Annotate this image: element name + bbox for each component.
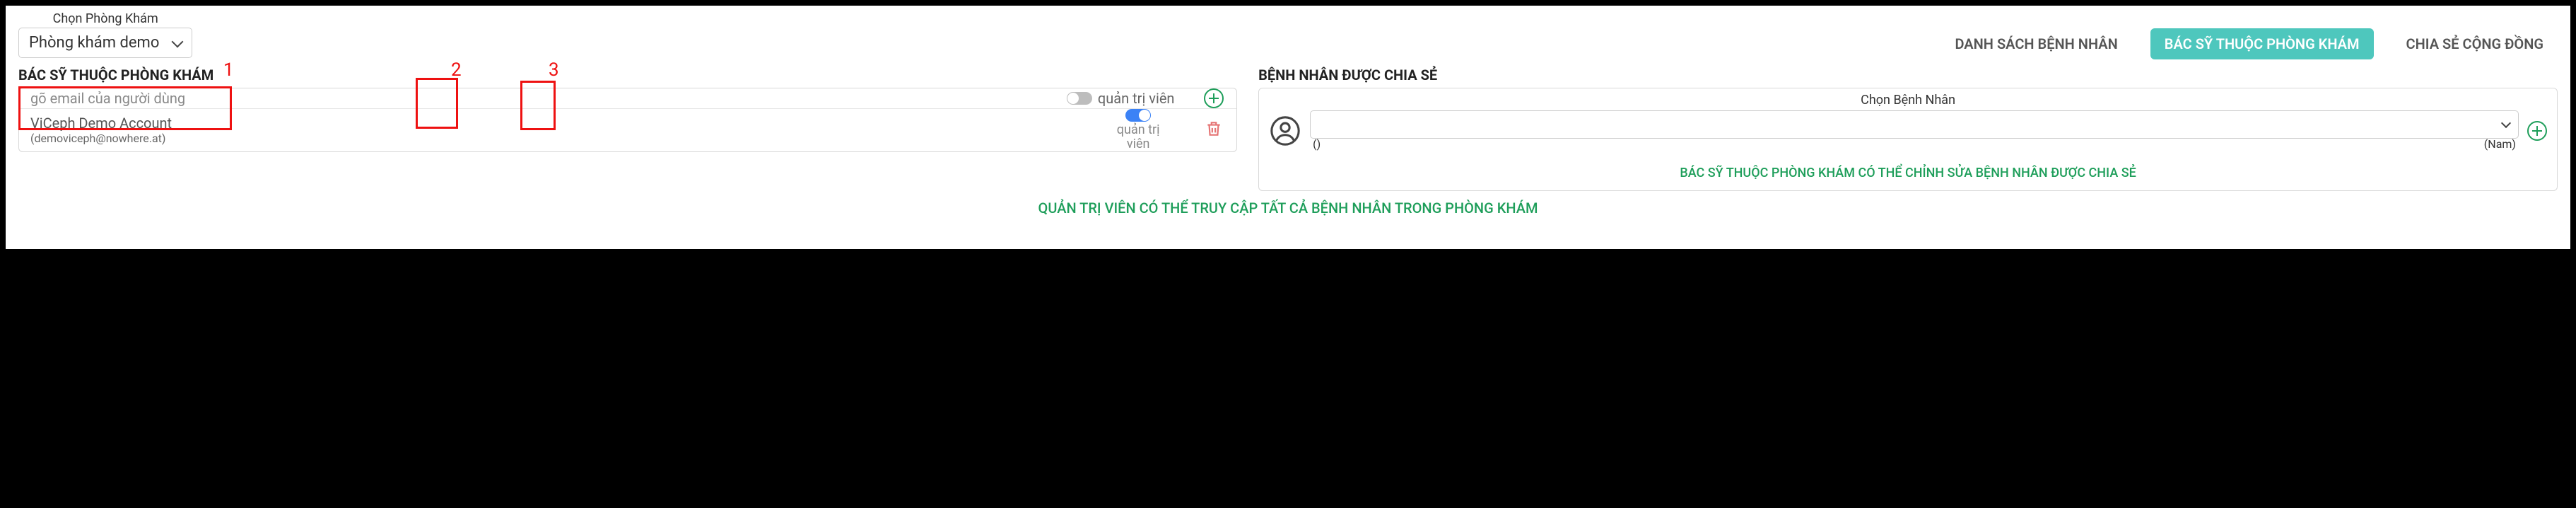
clinic-label: Chọn Phòng Khám: [53, 11, 158, 26]
tab-doctors[interactable]: BÁC SỸ THUỘC PHÒNG KHÁM: [2150, 28, 2374, 59]
tab-bar: DANH SÁCH BỆNH NHÂN BÁC SỸ THUỘC PHÒNG K…: [1940, 28, 2558, 59]
email-input[interactable]: [30, 90, 1038, 107]
patient-gender: (Nam): [2484, 137, 2516, 151]
doctor-name: ViCeph Demo Account: [30, 115, 1074, 132]
app-frame: Chọn Phòng Khám Phòng khám demo DANH SÁC…: [6, 6, 2570, 249]
annotation-number-3: 3: [549, 59, 559, 81]
doctor-role-label: quản trịviên: [1117, 123, 1160, 151]
share-note: BÁC SỸ THUỘC PHÒNG KHÁM CÓ THỂ CHỈNH SỬA…: [1269, 166, 2547, 180]
shared-panel: Chọn Bệnh Nhân () (Nam): [1258, 88, 2558, 191]
doctor-email: (demoviceph@nowhere.at): [30, 132, 1074, 145]
email-input-cell: [19, 88, 1050, 108]
add-doctor-row: quản trị viên: [19, 88, 1236, 109]
delete-doctor-button[interactable]: [1205, 120, 1223, 141]
patient-meta: () (Nam): [1310, 137, 2519, 151]
tab-community[interactable]: CHIA SẺ CỘNG ĐỒNG: [2392, 28, 2558, 59]
doctor-name-cell: ViCeph Demo Account (demoviceph@nowhere.…: [19, 109, 1085, 151]
tab-patients[interactable]: DANH SÁCH BỆNH NHÂN: [1940, 28, 2131, 59]
doctor-admin-toggle[interactable]: [1125, 109, 1151, 122]
patient-select-wrap: () (Nam): [1310, 110, 2519, 151]
patient-age: (): [1313, 137, 1321, 151]
clinic-selector-box: Chọn Phòng Khám Phòng khám demo: [18, 11, 192, 58]
doctors-column: BÁC SỸ THUỘC PHÒNG KHÁM quản trị viên: [18, 67, 1237, 191]
add-patient-cell: [2527, 121, 2547, 141]
main-columns: BÁC SỸ THUỘC PHÒNG KHÁM quản trị viên: [18, 67, 2558, 191]
patient-select-row: () (Nam): [1269, 110, 2547, 151]
doctor-row: ViCeph Demo Account (demoviceph@nowhere.…: [19, 109, 1236, 151]
doctors-section-title: BÁC SỸ THUỘC PHÒNG KHÁM: [18, 67, 1237, 83]
clinic-selected-value: Phòng khám demo: [29, 34, 159, 52]
top-row: Chọn Phòng Khám Phòng khám demo DANH SÁC…: [18, 11, 2558, 59]
patient-select[interactable]: [1310, 110, 2519, 139]
delete-doctor-cell: [1191, 109, 1236, 151]
trash-icon: [1205, 120, 1223, 138]
clinic-select[interactable]: Phòng khám demo: [18, 28, 192, 58]
annotation-number-1: 1: [223, 59, 234, 81]
admin-toggle-label: quản trị viên: [1098, 90, 1175, 107]
doctor-role-cell: quản trịviên: [1085, 109, 1191, 151]
choose-patient-label: Chọn Bệnh Nhân: [1269, 93, 2547, 108]
footer-note: QUẢN TRỊ VIÊN CÓ THỂ TRUY CẬP TẤT CẢ BỆN…: [18, 200, 2558, 217]
doctors-panel: quản trị viên ViCeph Demo Account (demov…: [18, 88, 1237, 152]
add-patient-button[interactable]: [2527, 121, 2547, 141]
annotation-number-2: 2: [451, 59, 462, 81]
shared-section-title: BỆNH NHÂN ĐƯỢC CHIA SẺ: [1258, 67, 2558, 83]
admin-toggle-cell: quản trị viên: [1050, 88, 1191, 108]
shared-patients-column: BỆNH NHÂN ĐƯỢC CHIA SẺ Chọn Bệnh Nhân ()…: [1258, 67, 2558, 191]
avatar-icon: [1269, 115, 1301, 147]
chevron-down-icon: [2501, 118, 2511, 128]
add-doctor-button[interactable]: [1204, 88, 1224, 108]
chevron-down-icon: [172, 35, 184, 47]
admin-toggle[interactable]: [1067, 92, 1092, 105]
add-doctor-cell: [1191, 88, 1236, 108]
